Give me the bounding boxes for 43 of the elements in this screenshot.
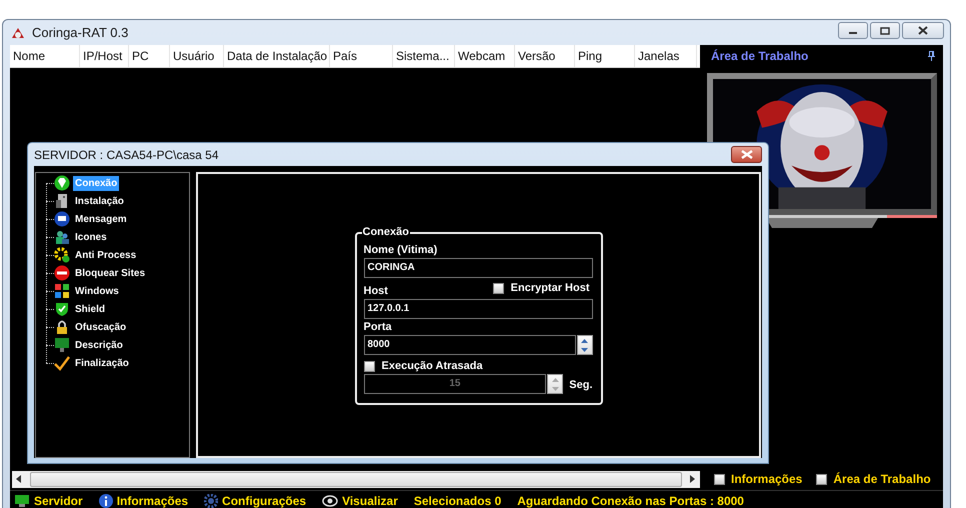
- column-header[interactable]: Ping: [575, 45, 635, 67]
- status-button[interactable]: Informações: [98, 494, 188, 508]
- tree-item[interactable]: Icones: [73, 230, 109, 244]
- window-title: Coringa-RAT 0.3: [32, 25, 128, 40]
- column-header[interactable]: Janelas: [635, 45, 697, 67]
- host-field[interactable]: 127.0.0.1: [364, 299, 592, 319]
- column-header[interactable]: Nome: [10, 45, 80, 67]
- field-label: Nome (Vitima): [364, 244, 438, 256]
- column-header[interactable]: País: [330, 45, 393, 67]
- tree-item[interactable]: Finalização: [73, 356, 131, 370]
- panel-title: Área de Trabalho: [711, 49, 808, 63]
- field-label: Host: [364, 285, 388, 297]
- field-label: Porta: [364, 321, 393, 333]
- name-field[interactable]: CORINGA: [364, 258, 592, 278]
- tree-item[interactable]: Bloquear Sites: [73, 266, 148, 280]
- status-button[interactable]: Configurações: [204, 494, 306, 508]
- tree-item[interactable]: Anti Process: [73, 248, 138, 262]
- column-header[interactable]: Sistema...: [393, 45, 455, 67]
- column-header[interactable]: PC: [129, 45, 170, 67]
- tree-item[interactable]: Instalação: [73, 194, 126, 208]
- tree-item[interactable]: Ofuscação: [73, 320, 128, 334]
- column-header[interactable]: Data de Instalação: [224, 45, 330, 67]
- tree-item[interactable]: Windows: [73, 284, 121, 298]
- column-header[interactable]: IP/Host: [80, 45, 129, 67]
- tree-item[interactable]: Mensagem: [73, 212, 129, 226]
- checkbox-label[interactable]: Encryptar Host: [510, 282, 590, 294]
- port-field[interactable]: 8000: [364, 335, 576, 355]
- status-button[interactable]: Visualizar: [322, 494, 398, 508]
- column-header[interactable]: Usuário: [170, 45, 224, 67]
- tree-item[interactable]: Shield: [73, 302, 108, 316]
- checkbox-label[interactable]: Execução Atrasada: [382, 360, 483, 372]
- column-header[interactable]: Webcam: [455, 45, 515, 67]
- tree-item[interactable]: Descrição: [73, 338, 125, 352]
- checkbox-label[interactable]: Área de Trabalho: [833, 472, 931, 486]
- status-message: Aguardando Conexão nas Portas : 8000: [517, 494, 744, 508]
- dialog-title: SERVIDOR : CASA54-PC\casa 54: [34, 148, 219, 162]
- group-title: Conexão: [362, 226, 410, 238]
- column-header[interactable]: Versão: [515, 45, 575, 67]
- checkbox-label[interactable]: Informações: [731, 472, 802, 486]
- delay-field[interactable]: 15: [364, 374, 546, 394]
- status-button[interactable]: Servidor: [14, 494, 83, 508]
- selected-count: Selecionados 0: [414, 494, 502, 508]
- unit-label: Seg.: [569, 379, 592, 391]
